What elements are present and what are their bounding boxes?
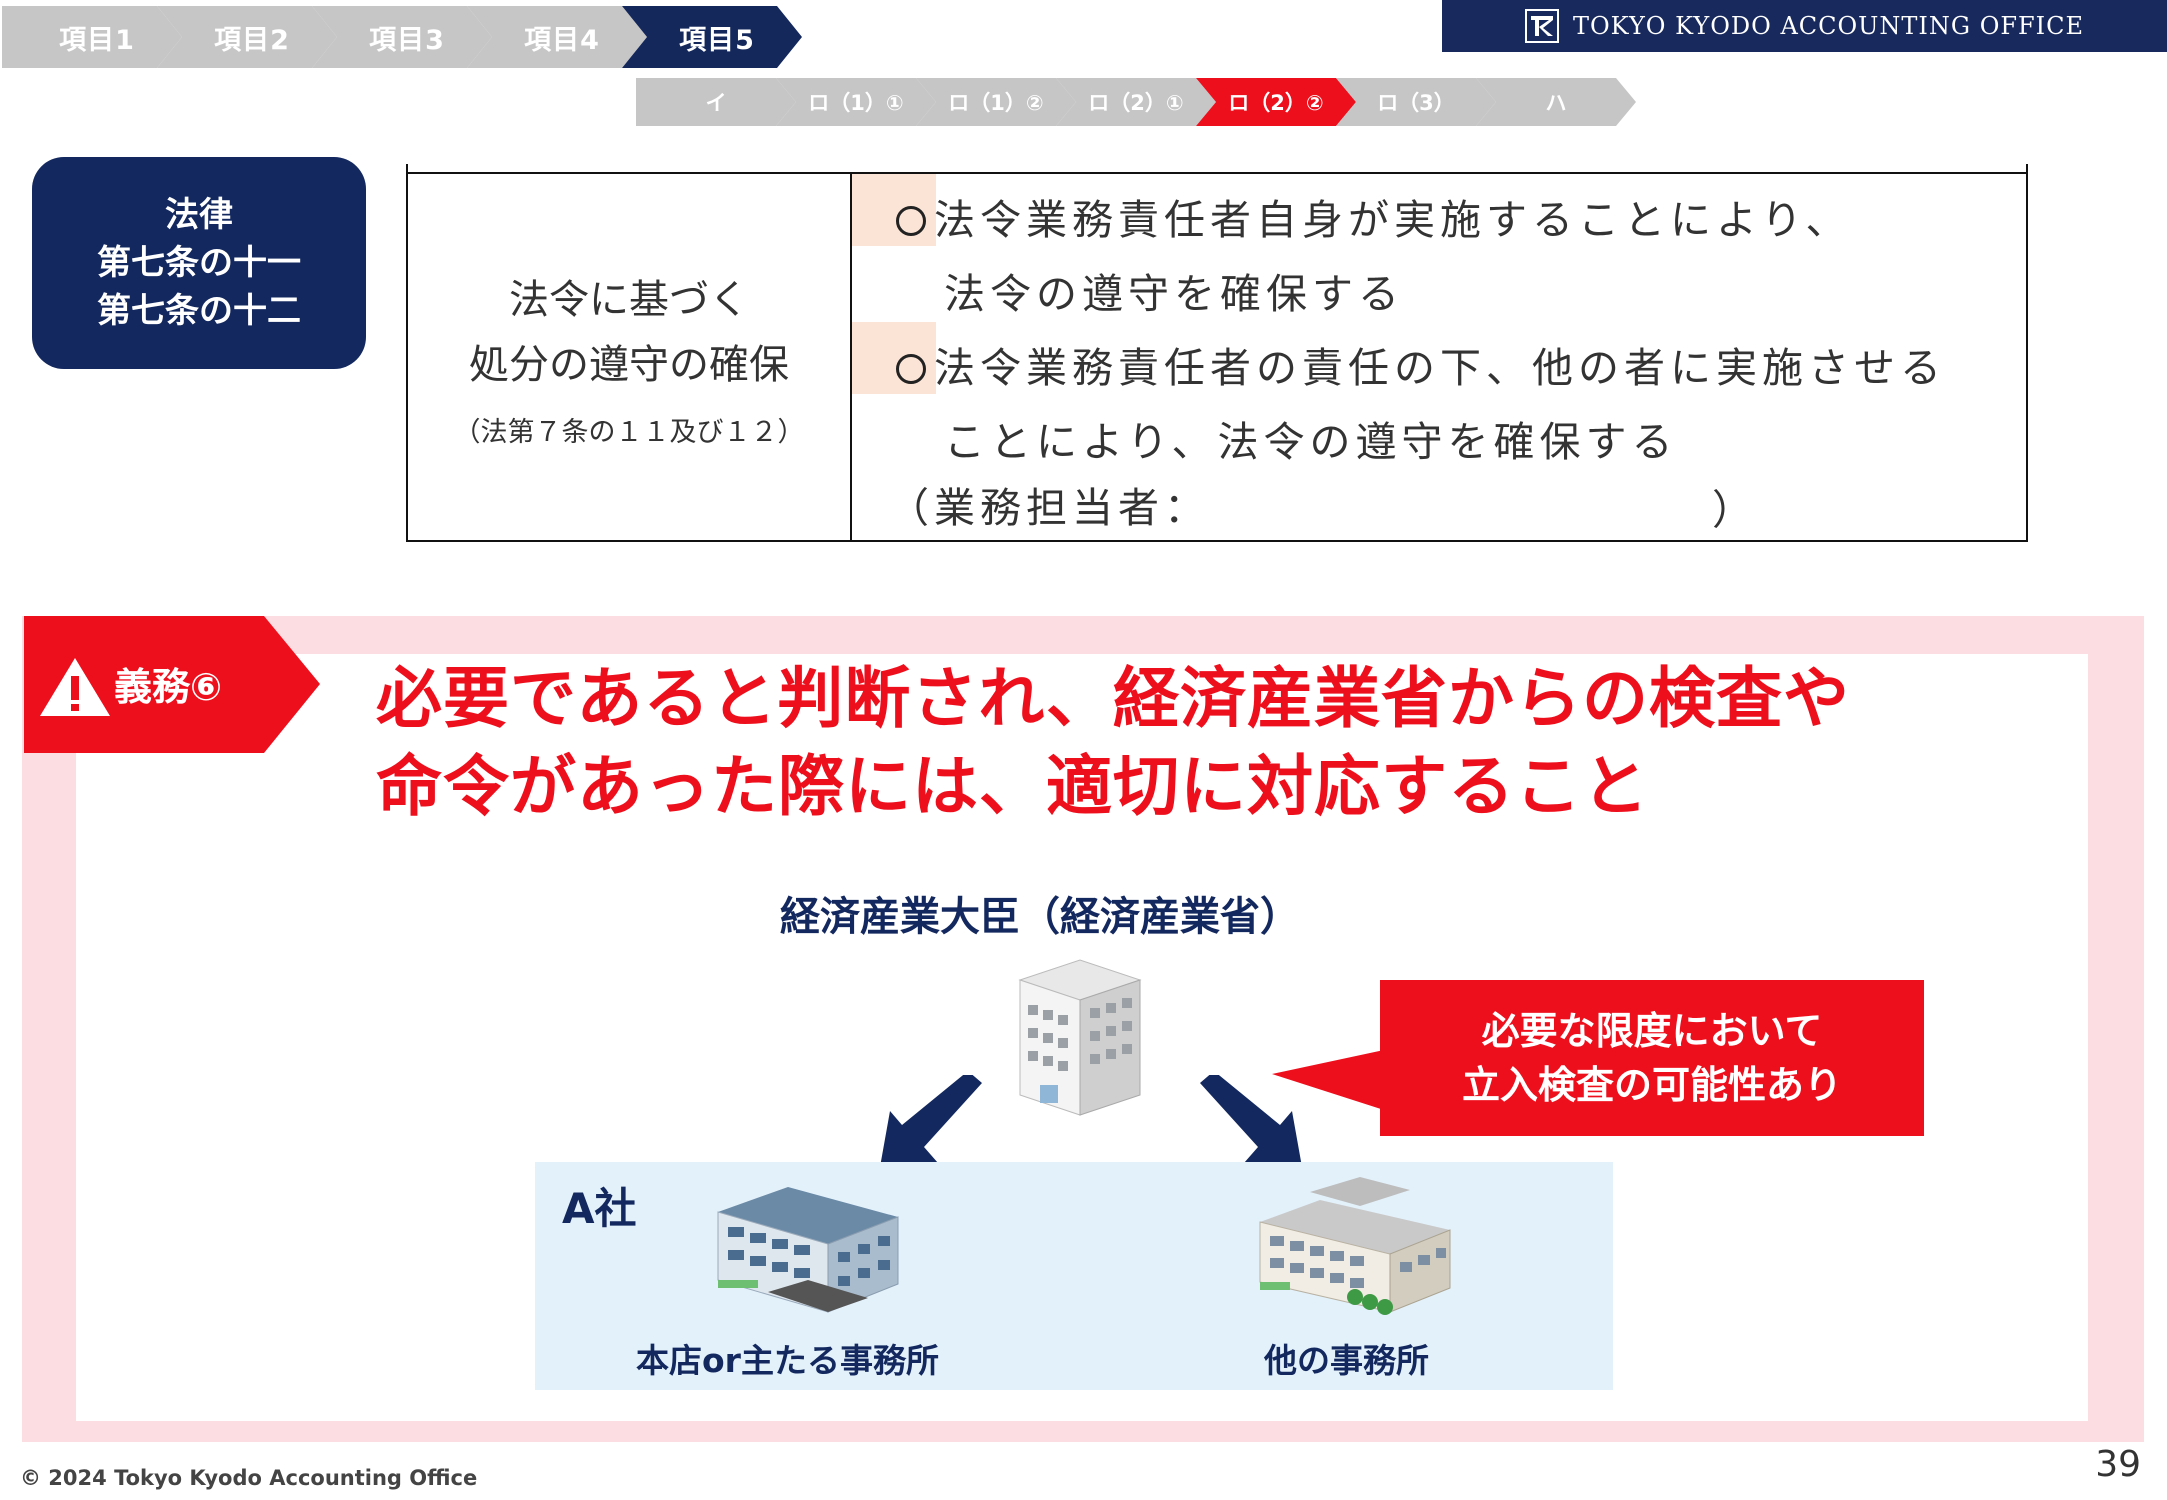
branch-office-building-icon	[1259, 1177, 1451, 1315]
law-badge-line: 法律	[165, 195, 233, 235]
company-banner: TOKYO KYODO ACCOUNTING OFFICE	[1442, 0, 2167, 52]
law-badge-line: 第七条の十一	[97, 243, 301, 283]
company-name: TOKYO KYODO ACCOUNTING OFFICE	[1572, 12, 2085, 40]
step-3[interactable]: 項目3	[312, 6, 492, 68]
inspection-callout: 必要な限度において 立入検査の可能性あり	[1380, 980, 1924, 1136]
duty-tag: 義務⑥	[24, 616, 320, 753]
head-office-label: 本店or主たる事務所	[636, 1341, 939, 1380]
duty-tag-label: 義務⑥	[114, 665, 223, 709]
callout-line2: 立入検査の可能性あり	[1461, 1063, 1842, 1107]
law-heading-line1: 法令に基づく	[509, 277, 749, 323]
callout-line1: 必要な限度において	[1481, 1009, 1823, 1053]
item1-line1: 法令業務責任者自身が実施することにより、	[934, 196, 1852, 244]
law-table: 法令に基づく 処分の遵守の確保 （法第７条の１１及び１２） 法令業務責任者自身が…	[406, 164, 2028, 542]
ministry-building-icon	[1018, 959, 1142, 1116]
step-4[interactable]: 項目4	[467, 6, 647, 68]
law-heading-line2: 処分の遵守の確保	[469, 342, 789, 388]
headline-line1: 必要であると判断され、経済産業省からの検査や	[376, 660, 1850, 737]
person-close: ）	[1712, 486, 1758, 534]
law-table-right-cell: 法令業務責任者自身が実施することにより、 法令の遵守を確保する 法令業務責任者の…	[852, 172, 2026, 540]
circle-bullet-icon	[896, 205, 926, 236]
step-navigation: 項目1 項目2 項目3 項目4 項目5	[2, 6, 802, 68]
warning-icon	[40, 658, 110, 716]
copyright-text: © 2024 Tokyo Kyodo Accounting Office	[20, 1466, 478, 1490]
arrow-down-left-icon	[880, 1075, 982, 1167]
law-badge-line: 第七条の十二	[97, 291, 301, 331]
head-office-building-icon	[717, 1187, 899, 1313]
company-logo-icon	[1524, 9, 1559, 43]
item2-line2: ことにより、法令の遵守を確保する	[944, 418, 1678, 466]
headline-line2: 命令があった際には、適切に対応すること	[376, 748, 1649, 825]
company-name-label: A社	[562, 1184, 637, 1233]
table-tick	[2026, 164, 2028, 174]
item1-line2: 法令の遵守を確保する	[944, 270, 1404, 318]
law-table-left-cell: 法令に基づく 処分の遵守の確保 （法第７条の１１及び１２）	[408, 172, 852, 540]
branch-office-label: 他の事務所	[1264, 1341, 1429, 1380]
substep-i[interactable]: イ	[636, 78, 796, 126]
substep-ha[interactable]: ハ	[1476, 78, 1636, 126]
circle-bullet-icon	[896, 353, 926, 384]
substep-ro-2-2-active[interactable]: ロ（2）②	[1196, 78, 1356, 126]
substep-ro-2-1[interactable]: ロ（2）①	[1056, 78, 1216, 126]
law-reference: （法第７条の１１及び１２）	[453, 417, 805, 448]
minister-label: 経済産業大臣（経済産業省）	[780, 894, 1300, 940]
step-1[interactable]: 項目1	[2, 6, 182, 68]
duty-headline: 必要であると判断され、経済産業省からの検査や 命令があった際には、適切に対応する…	[376, 655, 2026, 831]
page-number: 39	[2095, 1444, 2141, 1485]
arrow-down-right-icon	[1200, 1075, 1302, 1167]
substep-ro-3[interactable]: ロ（3）	[1336, 78, 1496, 126]
substep-navigation: イ ロ（1）① ロ（1）② ロ（2）① ロ（2）② ロ（3） ハ	[636, 78, 1646, 126]
person-label: （業務担当者：	[888, 484, 1210, 532]
step-5-active[interactable]: 項目5	[622, 6, 802, 68]
law-badge: 法律 第七条の十一 第七条の十二	[32, 157, 366, 369]
substep-ro-1-2[interactable]: ロ（1）②	[916, 78, 1076, 126]
item2-line1: 法令業務責任者の責任の下、他の者に実施させる	[934, 344, 1946, 392]
substep-ro-1-1[interactable]: ロ（1）①	[776, 78, 936, 126]
step-2[interactable]: 項目2	[157, 6, 337, 68]
